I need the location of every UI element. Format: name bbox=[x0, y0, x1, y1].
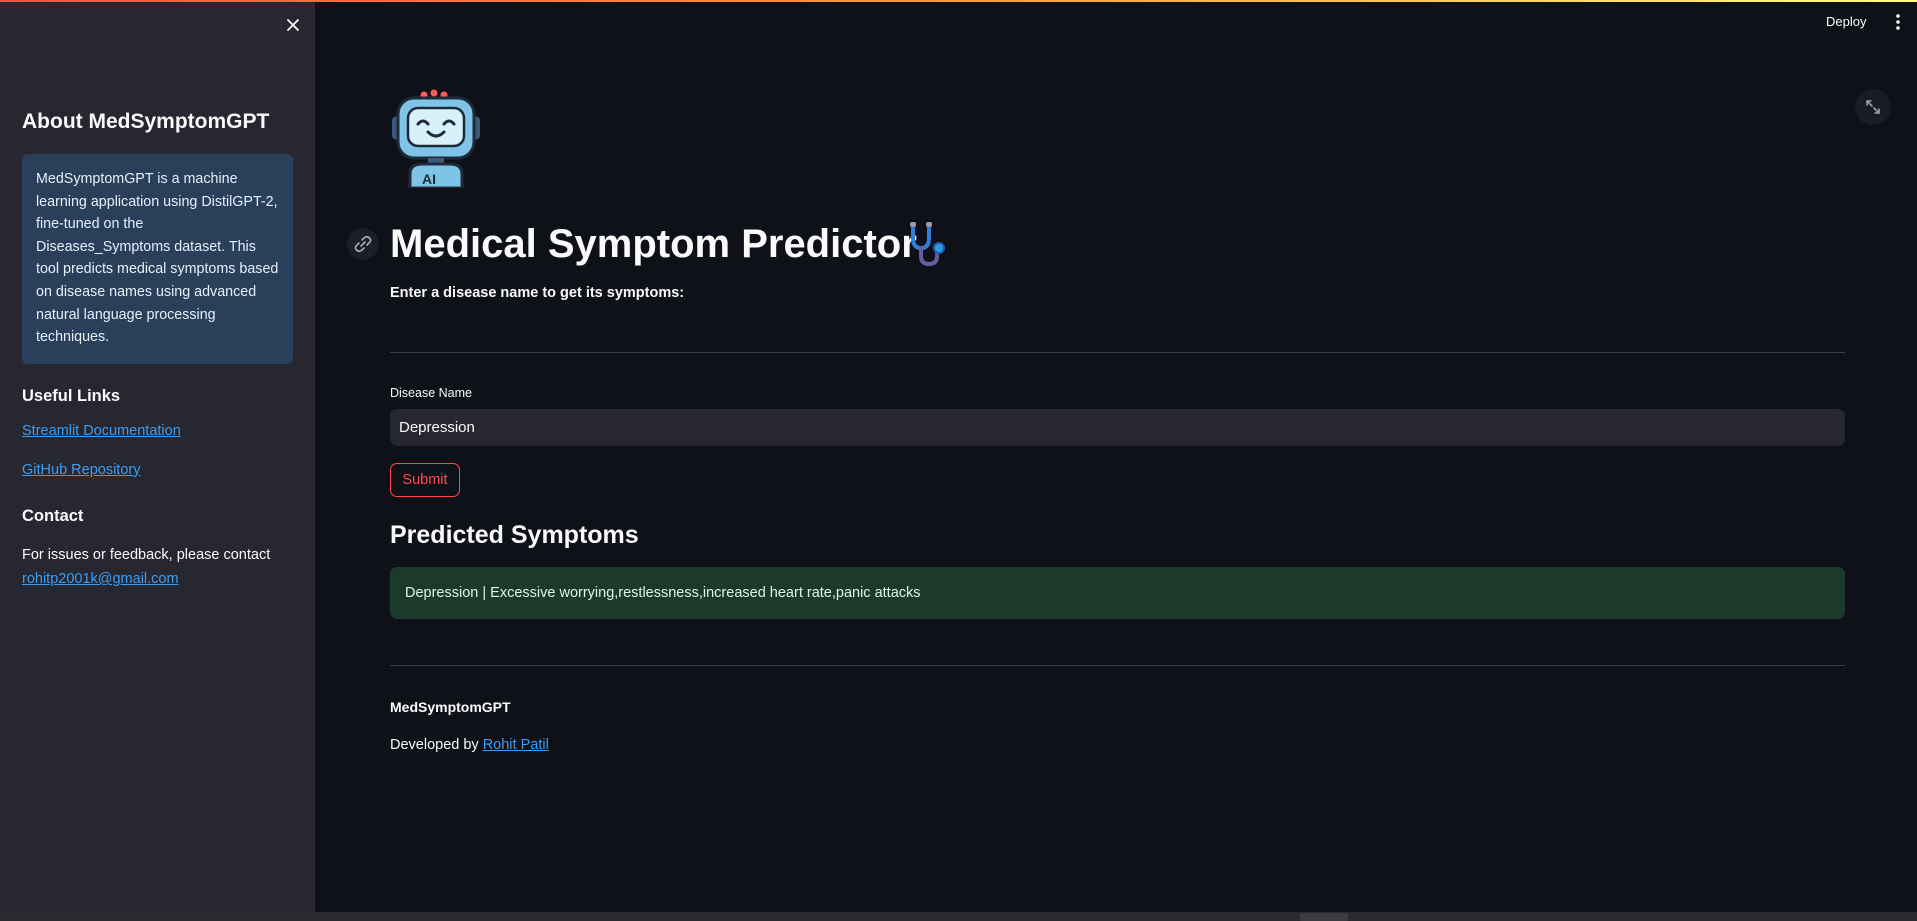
fullscreen-button[interactable] bbox=[1855, 89, 1891, 125]
streamlit-docs-link[interactable]: Streamlit Documentation bbox=[22, 423, 181, 439]
close-sidebar-button[interactable] bbox=[282, 14, 304, 36]
page-title: Medical Symptom Predictor bbox=[390, 222, 917, 266]
predicted-symptoms-heading: Predicted Symptoms bbox=[390, 521, 639, 549]
disease-name-label: Disease Name bbox=[390, 386, 472, 400]
link-icon bbox=[354, 235, 372, 253]
contact-text: For issues or feedback, please contact r… bbox=[22, 543, 302, 591]
bottom-scrollbar-track bbox=[0, 912, 1917, 921]
heading-anchor-button[interactable] bbox=[347, 228, 379, 260]
developed-by-text: Developed by bbox=[390, 737, 479, 753]
deploy-button[interactable]: Deploy bbox=[1826, 14, 1866, 29]
contact-heading: Contact bbox=[22, 507, 84, 525]
about-info-box: MedSymptomGPT is a machine learning appl… bbox=[22, 154, 293, 364]
prediction-result-box: Depression | Excessive worrying,restless… bbox=[390, 567, 1845, 619]
expand-icon bbox=[1866, 100, 1880, 114]
contact-message: For issues or feedback, please contact bbox=[22, 547, 271, 563]
sidebar: About MedSymptomGPT MedSymptomGPT is a m… bbox=[0, 0, 315, 912]
divider bbox=[390, 352, 1845, 353]
page-subtitle: Enter a disease name to get its symptoms… bbox=[390, 285, 685, 301]
footer-credits: Developed by Rohit Patil bbox=[390, 737, 549, 753]
top-decoration-bar bbox=[0, 0, 1917, 2]
divider bbox=[390, 665, 1845, 666]
robot-ai-icon: AI bbox=[392, 89, 480, 188]
kebab-menu-icon bbox=[1896, 14, 1900, 30]
about-title: About MedSymptomGPT bbox=[22, 110, 270, 133]
stethoscope-icon bbox=[910, 222, 945, 267]
contact-email-link[interactable]: rohitp2001k@gmail.com bbox=[22, 571, 179, 587]
author-link[interactable]: Rohit Patil bbox=[483, 737, 549, 753]
close-icon bbox=[287, 19, 299, 31]
footer-app-name: MedSymptomGPT bbox=[390, 699, 511, 715]
svg-text:AI: AI bbox=[422, 171, 436, 187]
disease-name-input[interactable] bbox=[390, 409, 1845, 446]
github-repo-link[interactable]: GitHub Repository bbox=[22, 462, 140, 478]
useful-links-heading: Useful Links bbox=[22, 387, 121, 405]
main-menu-button[interactable] bbox=[1890, 12, 1906, 32]
horizontal-scrollbar-thumb[interactable] bbox=[1300, 913, 1348, 921]
submit-button[interactable]: Submit bbox=[390, 463, 460, 497]
